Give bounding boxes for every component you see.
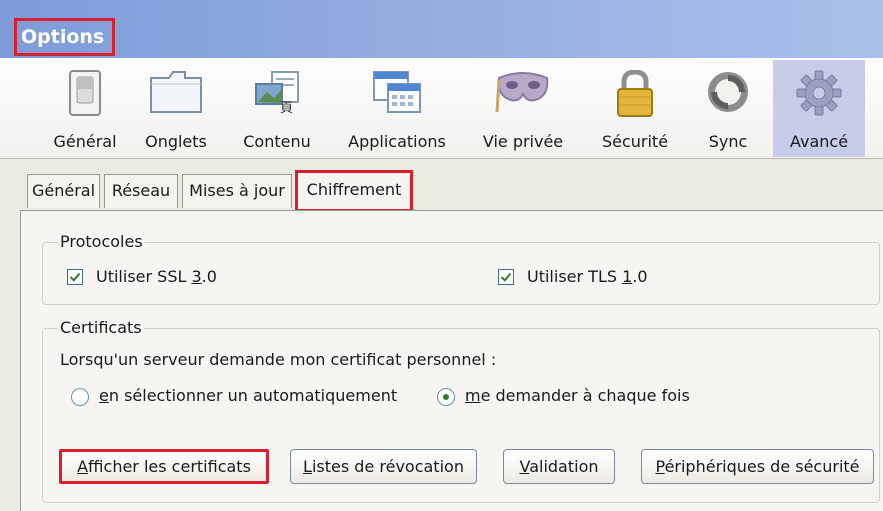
toolbar-item-applications[interactable]: Applications — [334, 60, 460, 157]
sync-icon — [706, 70, 750, 118]
window-title: Options — [14, 18, 115, 56]
ssl-label[interactable]: Utiliser SSL 3.0 — [96, 267, 217, 286]
tab-network[interactable]: Réseau — [104, 174, 178, 208]
tab-encryption[interactable]: Chiffrement — [295, 170, 413, 212]
validation-button[interactable]: Validation — [503, 449, 615, 484]
toolbar-item-tabs[interactable]: Onglets — [135, 60, 217, 157]
title-bar: Options — [0, 0, 883, 58]
show-certificates-button[interactable]: Afficher les certificats — [59, 449, 269, 484]
toolbar-label: Avancé — [789, 132, 849, 151]
checkmark-icon — [500, 272, 512, 282]
applications-icon — [372, 70, 422, 118]
radio-select-automatically-label[interactable]: en sélectionner un automatiquement — [99, 386, 397, 405]
toolbar-item-sync[interactable]: Sync — [690, 60, 766, 157]
toolbar-label: Vie privée — [482, 132, 564, 151]
toolbar-label: Sécurité — [601, 132, 669, 151]
ssl-checkbox[interactable] — [67, 269, 83, 285]
general-switch-icon — [69, 70, 101, 120]
tab-updates[interactable]: Mises à jour — [182, 174, 292, 208]
toolbar-label: Applications — [348, 132, 446, 151]
revocation-lists-button[interactable]: Listes de révocation — [290, 449, 477, 484]
certificate-request-description: Lorsqu'un serveur demande mon certificat… — [60, 350, 497, 369]
checkmark-icon — [69, 272, 81, 282]
tls-label[interactable]: Utiliser TLS 1.0 — [527, 267, 648, 286]
toolbar-item-advanced[interactable]: Avancé — [773, 60, 865, 157]
toolbar-label: Contenu — [243, 132, 311, 151]
toolbar-label: Général — [53, 132, 117, 151]
tab-general[interactable]: Général — [27, 174, 100, 208]
toolbar-item-content[interactable]: 頁 Contenu — [230, 60, 324, 157]
tabs-window-icon — [149, 70, 203, 118]
certificates-legend: Certificats — [58, 318, 144, 337]
privacy-mask-icon — [495, 70, 551, 118]
gear-icon — [796, 70, 842, 120]
radio-select-automatically[interactable] — [71, 388, 89, 406]
toolbar-label: Sync — [708, 132, 748, 151]
content-icon: 頁 — [254, 70, 300, 118]
preferences-toolbar: Général Onglets 頁 Contenu Applications V… — [0, 58, 883, 159]
toolbar-item-security[interactable]: Sécurité — [586, 60, 684, 157]
toolbar-item-general[interactable]: Général — [40, 60, 130, 157]
protocols-legend: Protocoles — [58, 232, 145, 251]
radio-ask-every-time-label[interactable]: me demander à chaque fois — [465, 386, 690, 405]
toolbar-item-privacy[interactable]: Vie privée — [470, 60, 576, 157]
security-devices-button[interactable]: Périphériques de sécurité — [641, 449, 874, 484]
padlock-icon — [615, 69, 655, 122]
svg-text:頁: 頁 — [280, 101, 293, 114]
radio-ask-every-time[interactable] — [437, 388, 455, 406]
toolbar-label: Onglets — [145, 132, 207, 151]
radio-selected-dot — [443, 394, 449, 400]
tls-checkbox[interactable] — [498, 269, 514, 285]
